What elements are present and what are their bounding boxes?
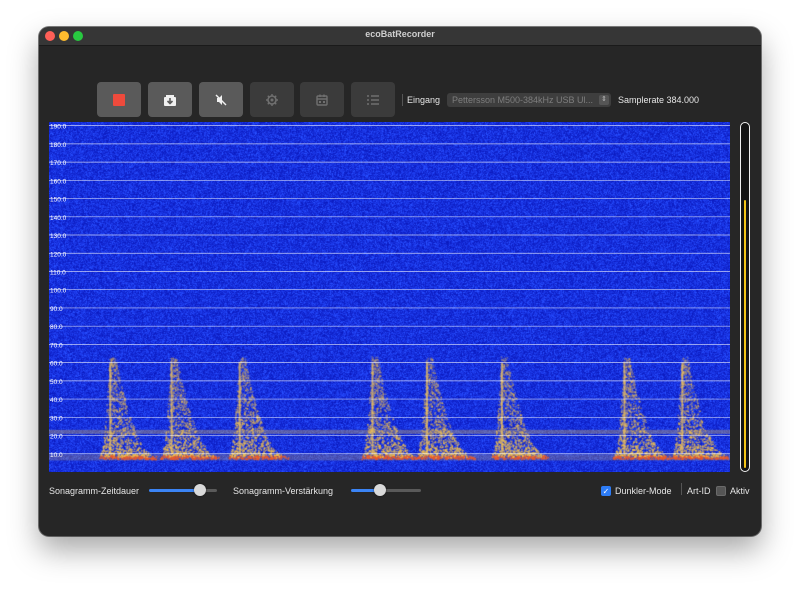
y-tick-label: 70.0 — [50, 342, 63, 349]
y-tick-label: 80.0 — [50, 324, 63, 331]
level-meter-fill — [744, 200, 746, 468]
y-tick-label: 140.0 — [50, 215, 67, 222]
art-id-label: Art-ID — [687, 486, 711, 496]
y-tick-label: 130.0 — [50, 233, 67, 240]
input-device-value: Pettersson M500-384kHz USB Ul... — [452, 95, 594, 105]
controls-separator — [681, 483, 682, 495]
gain-slider-track — [380, 489, 421, 492]
dark-mode-checkbox[interactable]: ✓ — [601, 486, 611, 496]
y-tick-label: 190.0 — [50, 124, 67, 131]
y-tick-label: 100.0 — [50, 288, 67, 295]
input-label: Eingang — [407, 95, 441, 105]
calendar-icon — [316, 94, 328, 106]
duration-slider-knob[interactable] — [194, 484, 206, 496]
spectrogram: 190.0 180.0 170.0 160.0 150.0 140.0 130.0 120.0… — [49, 122, 730, 472]
y-tick-label: 160.0 — [50, 178, 67, 185]
y-tick-label: 90.0 — [50, 306, 63, 313]
mute-button[interactable] — [199, 82, 243, 117]
y-tick-label: 150.0 — [50, 197, 67, 204]
y-tick-label: 60.0 — [50, 361, 63, 368]
chevron-updown-icon: ⇕ — [599, 95, 609, 105]
gain-slider-knob[interactable] — [374, 484, 386, 496]
y-tick-label: 10.0 — [50, 452, 63, 459]
title-bar: ecoBatRecorder — [39, 27, 761, 46]
duration-slider-fill — [149, 489, 200, 492]
dark-mode-label: Dunkler-Mode — [615, 486, 672, 496]
y-tick-label: 30.0 — [50, 415, 63, 422]
app-window: ecoBatRecorder Eingang Pettersson M500-3… — [39, 27, 761, 536]
y-tick-label: 40.0 — [50, 397, 63, 404]
duration-label: Sonagramm-Zeitdauer — [49, 486, 140, 496]
gain-slider[interactable] — [351, 483, 421, 497]
aktiv-label: Aktiv — [730, 486, 750, 496]
settings-button[interactable] — [250, 82, 294, 117]
gear-icon — [266, 93, 278, 106]
mute-icon — [215, 94, 227, 105]
aktiv-checkbox[interactable] — [716, 486, 726, 496]
save-button[interactable] — [148, 82, 192, 117]
y-tick-label: 110.0 — [50, 269, 66, 276]
y-tick-label: 170.0 — [50, 160, 67, 167]
window-title: ecoBatRecorder — [365, 29, 435, 39]
save-download-icon — [164, 94, 176, 106]
spectrogram-grid: 190.0 180.0 170.0 160.0 150.0 140.0 130.0 120.0… — [49, 124, 730, 459]
samplerate-label: Samplerate 384.000 — [618, 95, 700, 105]
duration-slider[interactable] — [149, 483, 217, 497]
stop-icon — [113, 93, 125, 106]
list-icon — [367, 94, 379, 105]
y-tick-label: 50.0 — [50, 379, 63, 386]
y-tick-label: 120.0 — [50, 251, 67, 258]
y-tick-label: 20.0 — [50, 434, 63, 441]
stop-recording-button[interactable] — [97, 82, 141, 117]
toolbar-separator — [402, 94, 403, 106]
calendar-button[interactable] — [300, 82, 344, 117]
y-tick-label: 180.0 — [50, 142, 67, 149]
level-meter — [740, 122, 750, 472]
input-device-select[interactable]: Pettersson M500-384kHz USB Ul... ⇕ — [447, 93, 611, 107]
gain-label: Sonagramm-Verstärkung — [233, 486, 334, 496]
list-button[interactable] — [351, 82, 395, 117]
